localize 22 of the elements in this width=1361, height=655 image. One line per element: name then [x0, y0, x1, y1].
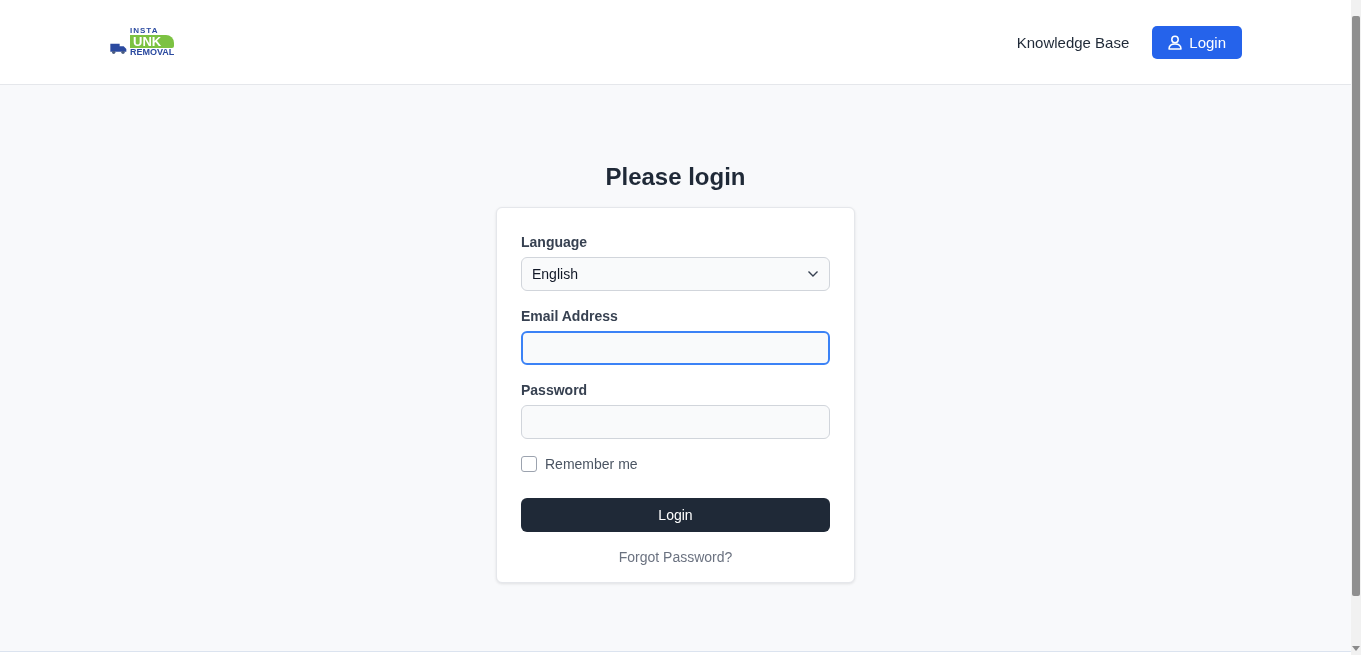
scrollbar-thumb[interactable] — [1352, 16, 1360, 596]
field-label: Email Address — [521, 308, 619, 324]
email-field[interactable] — [521, 331, 830, 365]
logo-text: INSTA — [130, 27, 160, 35]
language-select[interactable]: English — [521, 257, 830, 291]
user-icon — [1168, 34, 1183, 50]
scroll-down-icon[interactable] — [1352, 646, 1360, 651]
scrollbar[interactable] — [1351, 0, 1361, 655]
login-button[interactable]: Login — [1152, 25, 1242, 59]
forgot-password-link[interactable]: Forgot Password? — [618, 549, 733, 565]
chevron-down-icon — [807, 270, 819, 278]
logo-text: REMOVAL — [130, 48, 175, 57]
remember-checkbox[interactable] — [521, 456, 537, 472]
field-label: Language — [521, 234, 589, 250]
knowledge-base-link[interactable]: Knowledge Base — [1016, 33, 1130, 51]
page-title: Please login — [605, 163, 746, 191]
field-label: Password — [521, 382, 589, 398]
login-submit-button[interactable]: Login — [521, 498, 830, 532]
logo[interactable]: INSTA UNK REMOVAL — [109, 27, 175, 57]
remember-label: Remember me — [545, 456, 638, 472]
logo-text: UNK — [130, 35, 175, 48]
password-field[interactable] — [521, 405, 830, 439]
